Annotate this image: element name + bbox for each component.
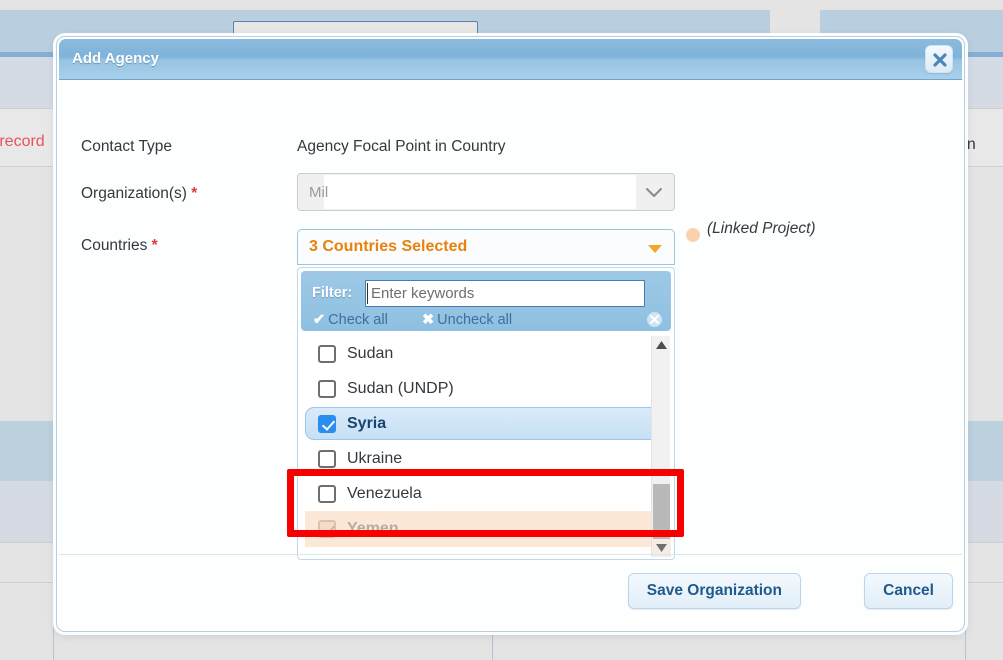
checkbox[interactable] — [318, 344, 336, 363]
list-item-label: Ukraine — [347, 449, 403, 467]
countries-label: Countries * — [81, 237, 158, 255]
dialog-title-bar: Add Agency — [59, 39, 962, 80]
list-item-label: Sudan (UNDP) — [347, 379, 454, 397]
countries-label-text: Countries — [81, 237, 148, 254]
close-circle-icon[interactable] — [647, 312, 662, 327]
uncheck-all-label: Uncheck all — [437, 312, 513, 328]
check-icon: ✔ — [313, 312, 326, 328]
caret-down-icon — [648, 245, 662, 253]
required-marker: * — [151, 237, 158, 254]
required-marker: * — [191, 185, 198, 202]
filter-label: Filter: — [312, 285, 353, 301]
uncheck-all-link[interactable]: ✖ Uncheck all — [422, 312, 512, 328]
text-cursor — [367, 283, 368, 304]
add-agency-dialog: Add Agency Contact Type Agency Focal Poi… — [56, 36, 965, 632]
close-icon[interactable] — [925, 45, 953, 73]
linked-project-legend: (Linked Project) — [707, 220, 816, 237]
cross-icon: ✖ — [422, 312, 435, 328]
checkbox[interactable] — [318, 449, 336, 468]
organization-select[interactable]: Mil — [297, 173, 675, 211]
checkbox[interactable] — [318, 379, 336, 398]
list-item[interactable]: Sudan — [305, 336, 667, 371]
list-scrollbar[interactable] — [651, 336, 671, 557]
organization-select-field[interactable] — [324, 175, 636, 209]
checkbox[interactable] — [318, 414, 336, 433]
dialog-footer: Save Organization Cancel — [59, 554, 962, 629]
filter-input[interactable] — [365, 280, 645, 307]
list-item-label: Yemen — [347, 520, 399, 537]
list-item[interactable]: Ukraine — [305, 441, 667, 476]
list-item: Yemen — [305, 511, 667, 547]
list-item-label: Syria — [347, 414, 387, 432]
countries-selection-summary: 3 Countries Selected — [309, 238, 468, 255]
dialog-body: Contact Type Agency Focal Point in Count… — [57, 80, 964, 560]
save-organization-button[interactable]: Save Organization — [627, 573, 801, 609]
list-item-label: Venezuela — [347, 484, 422, 502]
linked-project-dot-icon — [686, 228, 700, 242]
organization-label: Organization(s) * — [81, 185, 197, 203]
countries-multiselect-toggle[interactable]: 3 Countries Selected — [297, 229, 675, 265]
contact-type-label: Contact Type — [81, 138, 173, 155]
checkbox — [318, 520, 336, 538]
check-all-label: Check all — [328, 312, 388, 328]
cancel-button[interactable]: Cancel — [864, 573, 953, 609]
list-item-label: Sudan — [347, 344, 394, 362]
scrollbar-thumb[interactable] — [653, 484, 670, 539]
countries-dropdown-panel: Filter: ✔Check all ✖Uncheck all — [297, 267, 675, 560]
list-item[interactable]: Syria — [305, 407, 667, 440]
contact-type-value: Agency Focal Point in Country — [297, 138, 506, 155]
triangle-up-icon[interactable] — [652, 336, 671, 354]
background-error-text: o record — [0, 133, 45, 150]
background-column-divider — [53, 57, 54, 660]
dropdown-header: Filter: ✔Check all ✖Uncheck all — [301, 271, 671, 331]
countries-option-list[interactable]: Sudan Sudan (UNDP) Syria Ukraine Venezue… — [301, 336, 671, 557]
chevron-down-icon — [645, 186, 663, 204]
organization-value: Mil — [309, 184, 329, 201]
dialog-title: Add Agency — [72, 50, 159, 67]
list-item[interactable]: Venezuela — [305, 476, 667, 511]
check-all-link[interactable]: ✔ Check all — [313, 312, 388, 328]
organization-label-text: Organization(s) — [81, 185, 187, 202]
list-item[interactable]: Sudan (UNDP) — [305, 371, 667, 406]
checkbox[interactable] — [318, 484, 336, 503]
